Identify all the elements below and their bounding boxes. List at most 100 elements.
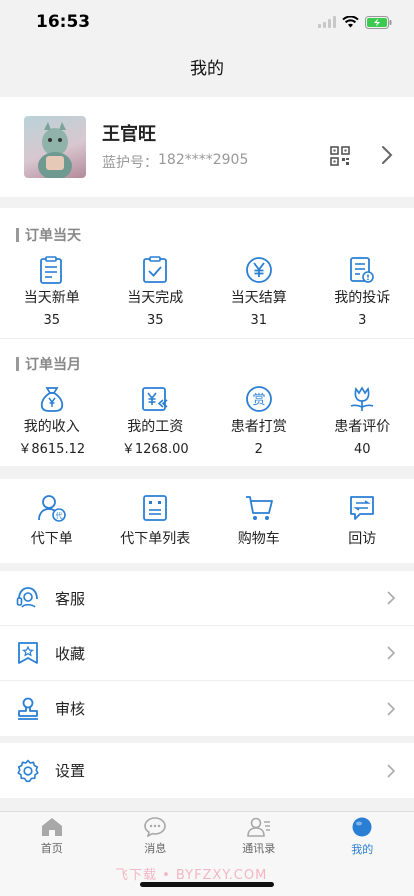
monthly-stats-row: 我的收入 ￥8615.12 我的工资 ￥1268.00 赏 患者打赏 2 患者评…	[0, 385, 414, 459]
daily-settled-label: 当天结算	[230, 290, 287, 306]
menu-item-settings-label: 设置	[55, 762, 86, 780]
clipboard-list-icon	[39, 256, 62, 284]
wifi-icon	[342, 16, 359, 28]
menu-item-favorites-label: 收藏	[55, 644, 86, 663]
menu-item-customer-service[interactable]: 客服	[0, 571, 414, 626]
daily-new-orders-label: 当天新单	[23, 290, 80, 306]
yen-circle-icon	[245, 257, 272, 283]
monthly-salary-label: 我的工资	[127, 419, 184, 435]
daily-settled-value: 31	[250, 313, 268, 328]
daily-completed-label: 当天完成	[127, 290, 184, 306]
daily-new-orders-value: 35	[43, 313, 61, 328]
menu-item-customer-service-label: 客服	[55, 589, 86, 608]
salary-card-icon	[142, 387, 168, 411]
daily-section-title: 订单当天	[16, 225, 81, 245]
qr-code-icon[interactable]	[330, 146, 350, 166]
message-icon	[144, 817, 167, 837]
proxy-order-icon: 代	[37, 495, 66, 522]
daily-complaints-label: 我的投诉	[334, 290, 391, 306]
patient-rewards-value: 2	[254, 442, 263, 457]
daily-stats-row: 当天新单 35 当天完成 35 当天结算 31 我的投诉 3	[0, 256, 414, 330]
status-icons	[318, 15, 392, 29]
monthly-section-title: 订单当月	[16, 354, 81, 374]
stamp-icon	[18, 697, 38, 720]
patient-reviews-value: 40	[353, 442, 371, 457]
menu-group: 客服 收藏 审核	[0, 571, 414, 736]
bookmark-star-icon	[18, 642, 38, 664]
proxy-order-label: 代下单	[30, 531, 73, 547]
nav-bar: 我的	[0, 44, 414, 88]
clipboard-check-icon	[143, 256, 168, 283]
tab-messages[interactable]: 消息	[104, 812, 208, 861]
profile-name: 王官旺	[102, 124, 156, 145]
monthly-income-value: ￥8615.12	[18, 442, 86, 457]
tab-contacts[interactable]: 通讯录	[207, 812, 311, 861]
proxy-order-list-button[interactable]: 代下单列表	[104, 494, 208, 548]
chevron-right-icon	[387, 763, 396, 778]
profile-card[interactable]: 王官旺 蓝护号： 182****2905	[0, 97, 414, 197]
patient-reviews[interactable]: 患者评价 40	[311, 385, 414, 459]
status-time: 16:53	[36, 12, 91, 32]
avatar[interactable]	[24, 116, 86, 178]
profile-phone-label: 蓝护号：	[102, 155, 158, 171]
profile-chevron-right-icon[interactable]	[380, 145, 394, 165]
follow-up-label: 回访	[348, 531, 377, 547]
tab-profile-label: 我的	[351, 843, 374, 856]
complaint-doc-icon	[350, 257, 375, 283]
tab-profile[interactable]: 我的	[311, 812, 414, 861]
home-icon	[41, 818, 62, 836]
status-bar: 16:53	[0, 0, 414, 44]
cellular-signal-icon	[318, 16, 336, 28]
daily-complaints-value: 3	[358, 313, 367, 328]
cart-button[interactable]: 购物车	[207, 494, 311, 548]
home-indicator	[140, 882, 274, 887]
patient-reviews-label: 患者评价	[334, 419, 391, 435]
menu-item-settings[interactable]: 设置	[0, 743, 414, 798]
daily-completed[interactable]: 当天完成 35	[104, 256, 208, 330]
menu-item-review-label: 审核	[55, 700, 86, 718]
daily-complaints[interactable]: 我的投诉 3	[311, 256, 414, 330]
patient-rewards-label: 患者打赏	[230, 419, 287, 435]
tab-contacts-label: 通讯录	[242, 842, 276, 855]
daily-completed-value: 35	[146, 313, 164, 328]
follow-up-icon	[350, 496, 375, 520]
order-list-icon	[143, 495, 168, 521]
chevron-right-icon	[387, 701, 396, 716]
svg-text:代: 代	[55, 511, 62, 520]
daily-settled[interactable]: 当天结算 31	[207, 256, 311, 330]
page-title: 我的	[190, 58, 224, 79]
chevron-right-icon	[387, 591, 396, 605]
cart-icon	[245, 496, 273, 520]
daily-new-orders[interactable]: 当天新单 35	[0, 256, 104, 330]
chevron-right-icon	[387, 646, 396, 660]
menu-item-favorites[interactable]: 收藏	[0, 626, 414, 681]
watermark: 飞下载 • BYFZXY.COM	[115, 868, 268, 883]
tab-messages-label: 消息	[144, 842, 167, 855]
tools-card: 代 代下单 代下单列表 购物车 回访	[0, 479, 414, 563]
profile-phone-number: 182****2905	[158, 152, 249, 168]
tab-home[interactable]: 首页	[0, 812, 104, 861]
svg-text:赏: 赏	[252, 393, 265, 408]
gear-icon	[17, 759, 39, 782]
reward-icon: 赏	[245, 386, 272, 412]
cart-label: 购物车	[237, 531, 280, 547]
monthly-income-label: 我的收入	[23, 419, 80, 435]
profile-icon	[352, 817, 372, 837]
follow-up-button[interactable]: 回访	[311, 494, 414, 548]
monthly-salary-value: ￥1268.00	[121, 442, 189, 457]
order-stats-card: 订单当天 当天新单 35 当天完成 35 当天结算 31 我的投诉 3 订单当月…	[0, 208, 414, 466]
monthly-salary[interactable]: 我的工资 ￥1268.00	[104, 385, 208, 459]
proxy-order-list-label: 代下单列表	[120, 531, 191, 547]
proxy-order-button[interactable]: 代 代下单	[0, 494, 104, 548]
tab-home-label: 首页	[40, 842, 63, 855]
menu-item-review[interactable]: 审核	[0, 681, 414, 736]
monthly-income[interactable]: 我的收入 ￥8615.12	[0, 385, 104, 459]
flower-icon	[350, 386, 374, 411]
battery-charging-icon	[365, 15, 392, 29]
section-divider	[0, 338, 414, 339]
headset-icon	[16, 587, 38, 608]
money-bag-icon	[40, 387, 63, 412]
settings-group: 设置	[0, 743, 414, 798]
patient-rewards[interactable]: 赏 患者打赏 2	[207, 385, 311, 459]
contacts-icon	[246, 817, 270, 837]
